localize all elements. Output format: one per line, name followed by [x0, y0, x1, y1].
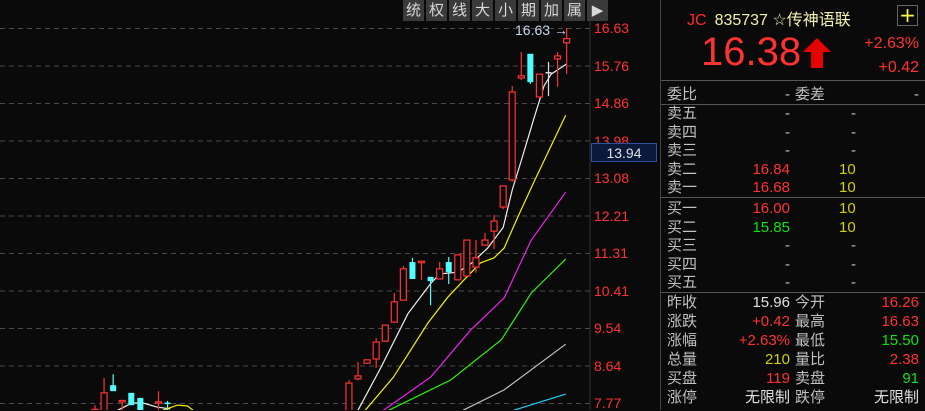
- up-arrow-icon: [803, 38, 831, 68]
- chart-toolbar: 统权线大小期加属 ▶: [403, 0, 608, 21]
- candle: [110, 374, 117, 392]
- toolbar-button[interactable]: ▶: [587, 0, 608, 21]
- candle: [100, 378, 108, 410]
- price-axis-label: 13.08: [594, 170, 630, 186]
- candle: [535, 73, 544, 98]
- divider: [661, 80, 925, 81]
- price-axis-label: 11.31: [594, 245, 628, 261]
- candle: [499, 185, 507, 210]
- toolbar-button[interactable]: 统: [403, 0, 424, 21]
- toolbar-button[interactable]: 大: [472, 0, 493, 21]
- price-axis-label: 10.41: [594, 282, 630, 299]
- stock-name: ☆传神语联: [772, 12, 851, 29]
- candle: [381, 324, 389, 342]
- price-axis-label: 12.21: [594, 207, 630, 224]
- candlestick-chart[interactable]: [0, 0, 660, 410]
- high-price-marker: 16.63 →: [515, 22, 568, 38]
- candle: [354, 361, 362, 381]
- candle: [490, 215, 498, 249]
- bid-row: 买四 - -: [667, 255, 856, 273]
- toolbar-button[interactable]: 权: [426, 0, 447, 21]
- last-price: 16.38: [701, 30, 802, 74]
- candle: [137, 397, 144, 410]
- candle: [454, 254, 462, 281]
- toolbar-button[interactable]: 期: [518, 0, 539, 21]
- bid-row: 买三 - -: [667, 237, 856, 255]
- stock-code: 835737: [714, 12, 768, 29]
- candle: [345, 380, 353, 410]
- candle: [417, 260, 426, 280]
- ask-row: 卖四 - -: [667, 123, 856, 141]
- candle: [390, 292, 398, 323]
- stat-row: 总量 210 量比 2.38: [667, 351, 919, 368]
- stat-row: 涨幅 +2.63% 最低 15.50: [667, 332, 919, 349]
- moving-average-line: [462, 343, 567, 410]
- toolbar-button[interactable]: 小: [495, 0, 516, 21]
- ask-row: 卖二 16.84 10: [667, 160, 856, 178]
- bid-row: 买五 - -: [667, 274, 856, 292]
- candle: [545, 61, 552, 97]
- candle: [436, 262, 444, 280]
- divider: [661, 197, 925, 198]
- moving-average-line: [513, 393, 566, 410]
- toolbar-button[interactable]: 加: [541, 0, 562, 21]
- stat-row: 涨跌 +0.42 最高 16.63: [667, 313, 919, 330]
- candle: [527, 53, 534, 84]
- candle: [481, 232, 489, 246]
- quote-panel: JC 835737 ☆传神语联 + 16.38 +2.63% +0.42 委比 -…: [660, 0, 925, 410]
- ask-row: 卖一 16.68 10: [667, 179, 856, 197]
- toolbar-button[interactable]: 属: [564, 0, 585, 21]
- candle: [399, 265, 407, 301]
- price-axis-label: 7.77: [594, 395, 622, 411]
- exchange-label: JC: [687, 12, 707, 29]
- moving-average-line: [357, 63, 567, 410]
- price-axis-label: 16.63: [594, 20, 630, 36]
- ask-row: 卖五 - -: [667, 105, 856, 122]
- candle: [445, 256, 452, 285]
- stock-header: JC 835737 ☆传神语联: [687, 6, 851, 30]
- change-percent: +2.63%: [864, 35, 919, 52]
- candle: [91, 405, 99, 410]
- order-ratio-row: 委比 - 委差 -: [667, 86, 919, 103]
- add-watchlist-button[interactable]: +: [897, 5, 918, 26]
- candle: [553, 52, 562, 87]
- candle: [363, 359, 371, 364]
- price-axis-label: 9.54: [594, 320, 622, 336]
- stat-row: 昨收 15.96 今开 16.26: [667, 294, 919, 311]
- stat-row: 涨停 无限制 跌停 无限制: [667, 389, 919, 406]
- candle: [463, 239, 471, 277]
- moving-average-line: [117, 402, 171, 410]
- cursor-price-label: 13.94: [591, 143, 657, 162]
- change-amount: +0.42: [878, 59, 919, 76]
- candle: [508, 85, 516, 182]
- candle: [372, 338, 380, 368]
- bid-row: 买一 16.00 10: [667, 200, 856, 217]
- bid-row: 买二 15.85 10: [667, 218, 856, 236]
- price-axis-label: 8.64: [594, 357, 622, 374]
- arrow-right-icon: →: [553, 22, 568, 38]
- toolbar-button[interactable]: 线: [449, 0, 470, 21]
- price-axis-label: 14.86: [594, 95, 630, 111]
- ask-row: 卖三 - -: [667, 142, 856, 160]
- candle: [409, 257, 416, 279]
- moving-average-line: [383, 191, 567, 410]
- stat-row: 买盘 119 卖盘 91: [667, 370, 919, 387]
- price-axis-label: 15.76: [594, 57, 630, 74]
- candle: [128, 392, 135, 406]
